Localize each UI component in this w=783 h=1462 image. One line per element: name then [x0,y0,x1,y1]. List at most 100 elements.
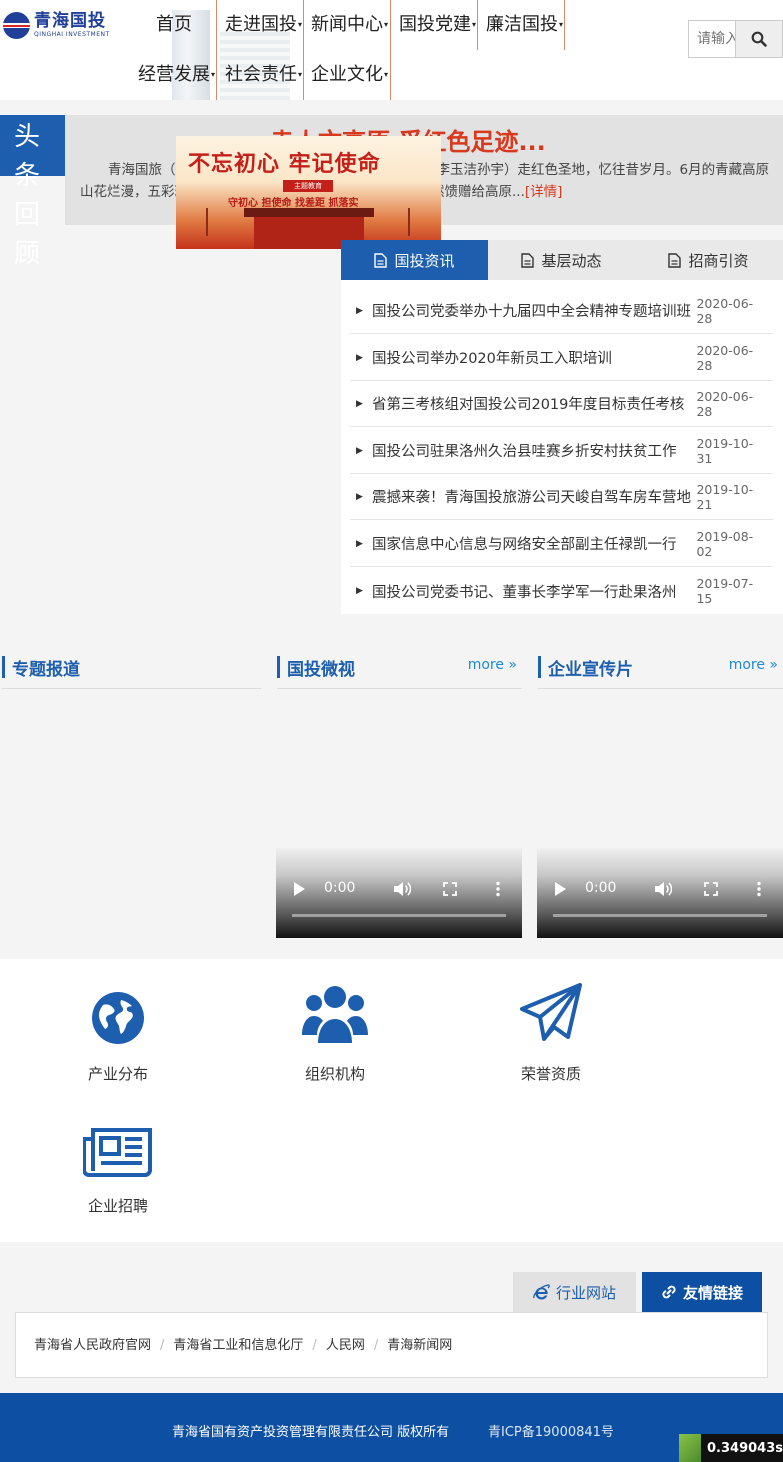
heading-accent-bar [2,656,5,678]
tab-industry-sites[interactable]: 行业网站 [513,1272,636,1312]
nav-business[interactable]: 经营发展▾ [138,50,215,100]
headline-detail-link[interactable]: [详情] [525,184,563,200]
news-title: 省第三考核组对国投公司2019年度目标责任考核 [371,397,685,413]
chevron-down-icon: ▾ [384,70,389,79]
quick-link-recruitment[interactable]: 企业招聘 [48,1111,188,1216]
news-item[interactable]: ▶ 国家信息中心信息与网络安全部副主任禄凯一行 2019-08-02 [350,521,773,567]
micro-video-player[interactable]: 0:00 [276,848,522,938]
headline-label: 头 条 回 顾 [14,118,44,274]
site-footer: 青海省国有资产投资管理有限责任公司 版权所有 青ICP备19000841号 [0,1393,783,1462]
news-item[interactable]: ▶ 国投公司党委举办十九届四中全会精神专题培训班 2020-06-28 [350,288,773,334]
nav-culture[interactable]: 企业文化▾ [311,50,388,100]
nav-divider [303,50,304,100]
news-date: 2019-10-31 [696,435,754,466]
tab-label: 国投资讯 [394,251,455,270]
more-link[interactable]: more » [468,657,517,673]
video-time: 0:00 [324,880,356,896]
news-date: 2020-06-28 [696,342,754,373]
search-input[interactable] [689,21,735,57]
nav-home[interactable]: 首页 [156,0,192,50]
section-title: 专题报道 [12,660,80,680]
play-icon[interactable] [555,882,566,896]
nav-label: 社会责任 [225,64,297,85]
quick-link-industry[interactable]: 产业分布 [48,979,188,1084]
caret-right-icon: ▶ [356,586,363,596]
quick-link-organization[interactable]: 组织机构 [265,979,405,1084]
section-title: 企业宣传片 [548,660,633,680]
document-icon [668,252,682,268]
chevron-down-icon: ▾ [472,20,477,29]
more-link[interactable]: more » [729,657,778,673]
document-icon [374,252,388,268]
quick-link-label: 荣誉资质 [520,1065,581,1083]
tab-grassroots[interactable]: 基层动态 [488,240,635,280]
newspaper-icon [83,1128,152,1177]
more-options-icon[interactable] [756,881,762,897]
news-item[interactable]: ▶ 省第三考核组对国投公司2019年度目标责任考核 2020-06-28 [350,381,773,427]
tab-group-news[interactable]: 国投资讯 [341,240,488,280]
tab-friend-links[interactable]: 友情链接 [642,1272,762,1312]
quick-link-label: 产业分布 [87,1065,148,1083]
tab-label: 行业网站 [555,1283,616,1302]
site-logo[interactable]: 青海国投 QINGHAI INVESTMENT [3,9,123,41]
friend-link[interactable]: 青海省工业和信息化厅 [173,1338,303,1353]
nav-integrity[interactable]: 廉洁国投▾ [486,0,563,50]
video-time: 0:00 [585,880,617,896]
tab-investment[interactable]: 招商引资 [635,240,782,280]
friend-link[interactable]: 青海省人民政府官网 [34,1338,151,1353]
news-item[interactable]: ▶ 国投公司驻果洛州久治县哇赛乡折安村扶贫工作 2019-10-31 [350,428,773,474]
video-progress-bar[interactable] [292,914,506,917]
news-item[interactable]: ▶ 国投公司举办2020年新员工入职培训 2020-06-28 [350,335,773,381]
nav-label: 经营发展 [138,64,210,85]
fullscreen-icon[interactable] [443,882,457,896]
news-title: 国家信息中心信息与网络安全部副主任禄凯一行 [371,537,677,553]
nav-social-responsibility[interactable]: 社会责任▾ [225,50,302,100]
quick-link-label: 组织机构 [304,1065,365,1083]
chevron-down-icon: ▾ [559,20,564,29]
news-date: 2019-08-02 [696,528,754,559]
fullscreen-icon[interactable] [704,882,718,896]
more-options-icon[interactable] [495,881,501,897]
quick-link-label: 企业招聘 [87,1197,148,1215]
news-date: 2019-07-15 [696,576,754,606]
promo-video-heading: 企业宣传片 more » [538,653,783,689]
link-icon [662,1285,676,1299]
timer-value: 0.349043s [707,1440,783,1456]
nav-label: 国投党建 [399,14,471,35]
search-icon [751,31,767,47]
nav-label: 企业文化 [311,64,383,85]
headline-image-subtitle: 守初心 担使命 找差距 抓落实 [228,198,359,209]
friend-link[interactable]: 人民网 [326,1338,365,1353]
video-progress-bar[interactable] [553,914,767,917]
flag-icon [206,208,208,236]
promo-video-player[interactable]: 0:00 [537,848,783,938]
headline-label-char: 回 [14,200,41,230]
search-button[interactable] [735,21,782,57]
quick-link-honors[interactable]: 荣誉资质 [481,979,621,1084]
icp-link[interactable]: 青ICP备19000841号 [488,1421,614,1440]
heading-accent-bar [277,656,280,678]
nav-news-center[interactable]: 新闻中心▾ [311,0,388,50]
volume-icon[interactable] [393,881,411,897]
timer-logo-icon [679,1434,701,1462]
nav-divider [216,50,217,100]
friend-link[interactable]: 青海新闻网 [387,1338,452,1353]
logo-mark-icon [3,11,30,39]
news-item[interactable]: ▶ 震撼来袭！青海国投旅游公司天峻自驾车房车营地 2019-10-21 [350,474,773,520]
headline-image[interactable]: 不忘初心 牢记使命 主题教育 守初心 担使命 找差距 抓落实 [176,136,441,249]
logo-name: 青海国投 [34,10,106,31]
news-item[interactable]: ▶ 国投公司党委书记、董事长李学军一行赴果洛州 2019-07-15 [350,568,773,614]
link-separator: / [312,1338,317,1353]
nav-party-building[interactable]: 国投党建▾ [399,0,476,50]
news-title: 震撼来袭！青海国投旅游公司天峻自驾车房车营地 [371,490,691,506]
news-title: 国投公司驻果洛州久治县哇赛乡折安村扶贫工作 [371,444,677,460]
nav-about[interactable]: 走进国投▾ [225,0,302,50]
play-icon[interactable] [294,882,305,896]
nav-divider [477,0,478,50]
nav-divider [564,0,565,50]
caret-right-icon: ▶ [356,491,363,502]
group-icon [302,986,368,1043]
special-report-heading: 专题报道 [2,653,261,689]
volume-icon[interactable] [654,881,672,897]
nav-divider [216,0,217,50]
